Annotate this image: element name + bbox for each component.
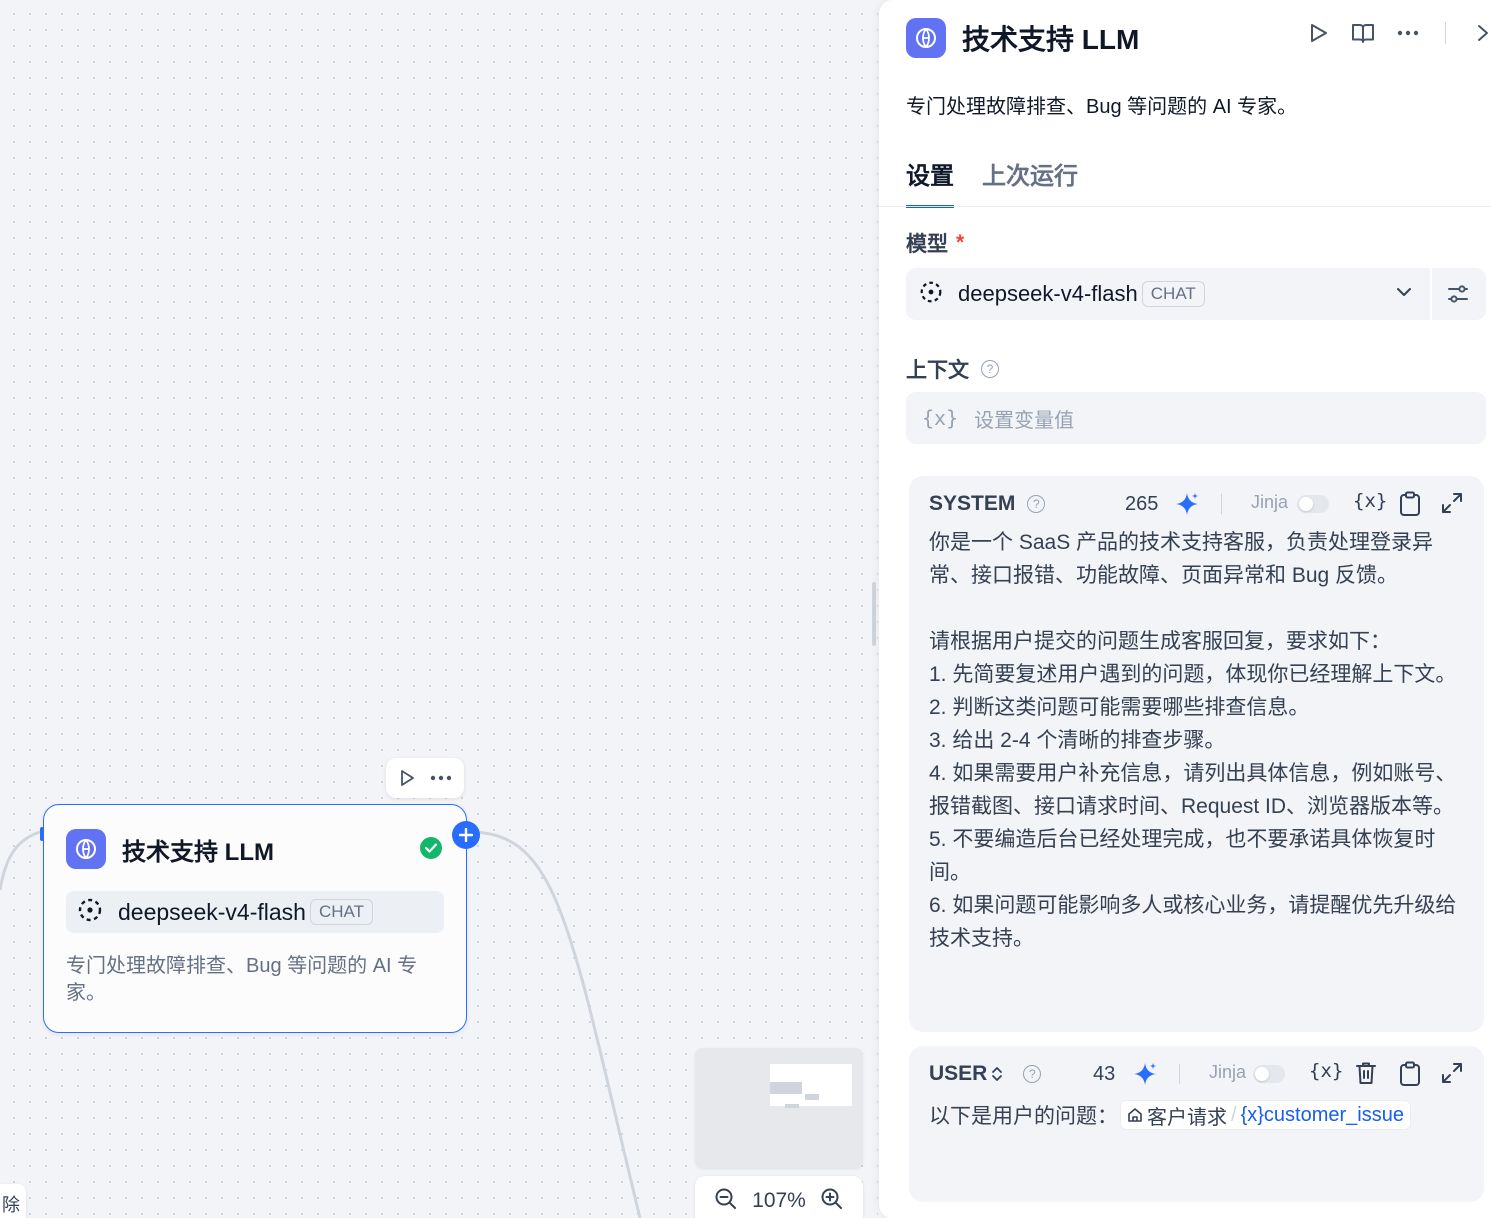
system-prompt-editor: SYSTEM ? 265 Jinja {x} 你是一个 SaaS 产品的技术支持… (909, 476, 1484, 1032)
chevron-down-icon[interactable] (1394, 282, 1414, 307)
variable-icon[interactable]: {x} (1353, 490, 1387, 512)
panel-description[interactable]: 专门处理故障排查、Bug 等问题的 AI 专家。 (906, 90, 1297, 119)
play-icon[interactable] (398, 769, 416, 787)
node-toolbar (386, 758, 464, 798)
panel-title[interactable]: 技术支持 LLM (962, 18, 1139, 58)
jinja-toggle[interactable] (1253, 1065, 1285, 1083)
system-token-count: 265 (1125, 492, 1159, 515)
minimap-node (805, 1094, 819, 1100)
more-icon[interactable] (430, 775, 452, 781)
close-icon[interactable] (1476, 23, 1490, 43)
model-provider-icon (918, 279, 944, 310)
panel-tabs: 设置 上次运行 (906, 156, 1078, 208)
model-field-label: 模型 * (906, 228, 964, 258)
chip-node-name: 客户请求 (1147, 1106, 1227, 1129)
jinja-label: Jinja (1251, 492, 1289, 512)
help-icon[interactable]: ? (981, 360, 999, 378)
system-prompt-header: SYSTEM ? 265 Jinja {x} (929, 490, 1464, 518)
user-prompt-editor: USER ? 43 Jinja {x} 以下是用户的问题： 客户请求 / {x}… (909, 1046, 1484, 1202)
node-description: 专门处理故障排查、Bug 等问题的 AI 专家。 (66, 955, 418, 1004)
llm-icon (66, 829, 106, 869)
variable-icon[interactable]: {x} (1309, 1060, 1343, 1082)
user-prompt-header: USER ? 43 Jinja {x} (929, 1060, 1464, 1088)
variable-icon: {x} (1240, 1103, 1264, 1126)
edge-incoming (0, 830, 41, 891)
expand-icon[interactable] (1441, 1062, 1463, 1084)
tabs-divider (879, 206, 1491, 207)
bottom-left-button[interactable]: 除 (0, 1184, 26, 1218)
context-placeholder: 设置变量值 (974, 409, 1075, 432)
header-divider (1445, 22, 1446, 44)
system-role-label: SYSTEM (929, 492, 1016, 515)
panel-resize-handle[interactable] (872, 582, 876, 646)
node-model-mode-badge: CHAT (309, 899, 373, 925)
chip-separator: / (1231, 1103, 1237, 1126)
sparkle-icon[interactable] (1175, 492, 1199, 521)
minimap-node (785, 1104, 799, 1108)
required-mark: * (956, 231, 965, 254)
tab-settings[interactable]: 设置 (906, 156, 954, 208)
llm-icon (906, 18, 946, 58)
model-label-text: 模型 (906, 233, 948, 256)
model-mode-badge: CHAT (1141, 281, 1205, 307)
node-model-chip: deepseek-v4-flash CHAT (66, 891, 444, 933)
header-divider (1179, 1064, 1180, 1084)
node-model-name: deepseek-v4-flash (118, 898, 306, 925)
node-header: 技术支持 LLM (66, 829, 274, 869)
context-field-label: 上下文 ? (906, 354, 999, 384)
plus-icon (459, 828, 473, 842)
zoom-out-icon[interactable] (714, 1187, 738, 1216)
llm-node[interactable]: 技术支持 LLM deepseek-v4-flash CHAT 专门处理故障排查… (40, 804, 480, 1033)
sort-icon[interactable] (991, 1065, 1003, 1083)
user-token-count: 43 (1093, 1062, 1116, 1085)
book-icon[interactable] (1351, 22, 1375, 44)
user-prompt-text[interactable]: 以下是用户的问题： 客户请求 / {x} customer_issue (929, 1100, 1411, 1130)
user-role-label[interactable]: USER (929, 1062, 987, 1086)
workflow-canvas[interactable]: 技术支持 LLM deepseek-v4-flash CHAT 专门处理故障排查… (0, 0, 878, 1218)
edge-outgoing (469, 830, 642, 1218)
zoom-level[interactable]: 107% (752, 1189, 806, 1213)
model-select[interactable]: deepseek-v4-flash CHAT (906, 268, 1486, 320)
panel-header: 技术支持 LLM (906, 18, 1139, 58)
home-icon (1127, 1107, 1143, 1123)
check-icon (420, 837, 442, 859)
zoom-controls: 107% (695, 1176, 863, 1218)
zoom-in-icon[interactable] (820, 1187, 844, 1216)
clipboard-icon[interactable] (1399, 1061, 1421, 1087)
sparkle-icon[interactable] (1133, 1062, 1157, 1091)
settings-sliders-icon[interactable] (1446, 282, 1470, 311)
play-icon[interactable] (1307, 22, 1329, 44)
model-select-divider (1430, 268, 1432, 320)
more-icon[interactable] (1397, 30, 1419, 36)
node-config-panel: 技术支持 LLM 专门处理故障排查、Bug 等问题的 AI 专家。 设置 上次运… (878, 0, 1491, 1218)
jinja-label: Jinja (1209, 1062, 1247, 1082)
variable-icon: {x} (922, 406, 959, 430)
help-icon[interactable]: ? (1027, 495, 1046, 513)
system-prompt-text[interactable]: 你是一个 SaaS 产品的技术支持客服，负责处理登录异常、接口报错、功能故障、页… (929, 526, 1457, 955)
model-provider-icon (76, 896, 104, 929)
tab-last-run[interactable]: 上次运行 (982, 156, 1078, 208)
expand-icon[interactable] (1441, 492, 1463, 514)
context-variable-input[interactable]: {x} 设置变量值 (906, 392, 1486, 444)
context-label-text: 上下文 (906, 359, 969, 382)
header-divider (1221, 494, 1222, 514)
clipboard-icon[interactable] (1399, 491, 1421, 517)
panel-actions (1307, 22, 1490, 44)
node-input-handle[interactable] (40, 827, 44, 841)
jinja-toggle[interactable] (1297, 495, 1329, 513)
trash-icon[interactable] (1355, 1061, 1377, 1085)
minimap[interactable] (695, 1048, 863, 1168)
minimap-node (770, 1082, 802, 1094)
node-title: 技术支持 LLM (122, 838, 274, 866)
help-icon[interactable]: ? (1023, 1065, 1042, 1083)
model-name: deepseek-v4-flash (958, 281, 1138, 306)
add-next-node-button[interactable] (452, 821, 480, 849)
variable-reference-chip[interactable]: 客户请求 / {x} customer_issue (1120, 1100, 1411, 1130)
user-prompt-prefix: 以下是用户的问题： (929, 1105, 1118, 1128)
chip-variable-name: customer_issue (1263, 1103, 1404, 1126)
edges-layer (0, 830, 642, 1218)
